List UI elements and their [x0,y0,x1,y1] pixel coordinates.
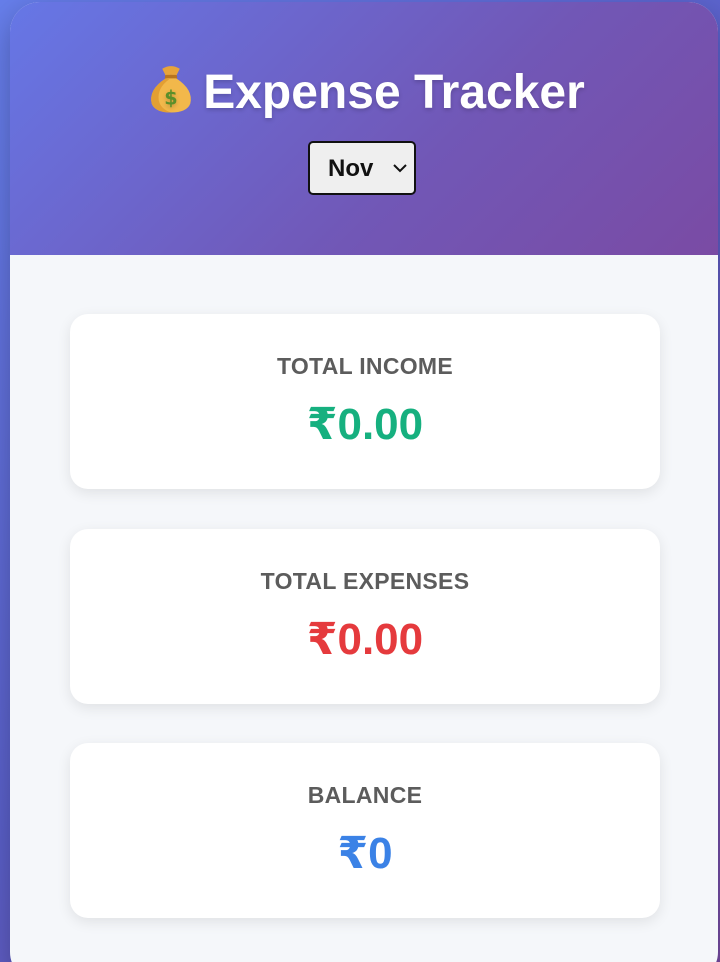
chevron-down-icon [393,164,407,173]
month-select[interactable]: Nov [308,141,416,195]
svg-text:$: $ [165,87,178,110]
money-bag-icon: $ [151,66,192,113]
balance-card: BALANCE ₹0 [70,743,660,918]
app-title: $ Expense Tracker [10,60,718,123]
balance-value: ₹0 [337,829,393,878]
balance-label: BALANCE [307,782,423,808]
expenses-card: TOTAL EXPENSES ₹0.00 [70,529,660,704]
expenses-label: TOTAL EXPENSES [260,568,470,594]
app-container: $ Expense Tracker Nov TOTAL INCOME ₹0.00… [10,2,718,962]
expenses-value: ₹0.00 [306,615,424,664]
app-header: $ Expense Tracker Nov [10,2,718,255]
income-label: TOTAL INCOME [276,353,454,379]
app-title-text: Expense Tracker [203,66,585,119]
income-value: ₹0.00 [306,400,424,449]
income-card: TOTAL INCOME ₹0.00 [70,314,660,489]
month-select-value: Nov [328,155,374,182]
